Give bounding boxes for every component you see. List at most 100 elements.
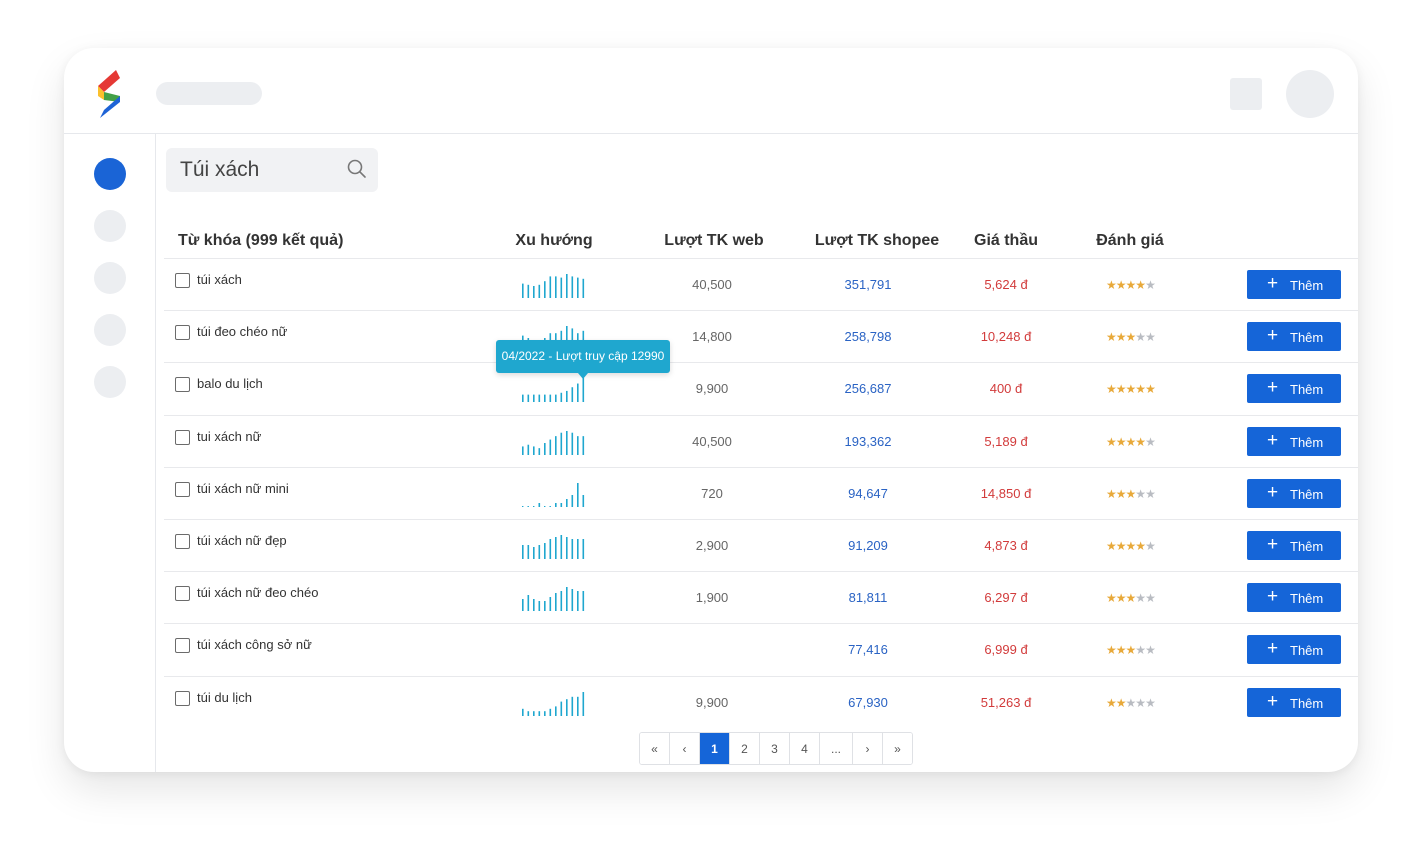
bid-price: 4,873 đ	[984, 538, 1028, 553]
page-button-1[interactable]: ‹	[670, 733, 700, 764]
trend-sparkline[interactable]	[520, 532, 586, 560]
rating-stars: ★★★★★	[1106, 330, 1156, 344]
add-button-label: Thêm	[1290, 278, 1324, 293]
page-button-4[interactable]: 3	[760, 733, 790, 764]
trend-bar	[549, 708, 552, 716]
row-checkbox[interactable]	[175, 429, 190, 445]
trend-bar	[538, 395, 541, 403]
search-input[interactable]	[180, 156, 340, 184]
trend-sparkline[interactable]	[520, 271, 586, 299]
page-button-0[interactable]: «	[640, 733, 670, 764]
add-keyword-button[interactable]: + Thêm	[1247, 583, 1341, 613]
page-button-7[interactable]: ›	[853, 733, 883, 764]
sidebar-item-1[interactable]	[94, 158, 126, 190]
rating-stars: ★★★★★	[1106, 278, 1156, 292]
trend-sparkline[interactable]	[520, 636, 586, 664]
star-icon: ★	[1125, 278, 1137, 292]
notification-button[interactable]	[1230, 78, 1262, 110]
trend-bar	[522, 283, 524, 298]
brand-logo[interactable]	[94, 70, 126, 118]
trend-sparkline[interactable]	[520, 584, 586, 612]
page-button-2[interactable]: 1	[700, 733, 730, 764]
trend-sparkline[interactable]	[520, 375, 586, 403]
bid-price: 6,297 đ	[984, 590, 1028, 606]
search-icon[interactable]	[346, 158, 368, 180]
row-checkbox[interactable]	[175, 690, 190, 706]
sidebar-item-2[interactable]	[94, 210, 126, 242]
trend-tooltip: 04/2022 - Lượt truy cập 12990	[496, 340, 670, 379]
avatar[interactable]	[1286, 70, 1334, 118]
title-placeholder	[156, 82, 262, 105]
trend-bar	[555, 537, 557, 559]
web-searches: 40,500	[692, 277, 732, 292]
plus-icon: +	[1267, 325, 1279, 347]
sidebar-item-3[interactable]	[94, 262, 126, 294]
star-icon: ★	[1106, 643, 1117, 658]
row-checkbox[interactable]	[175, 377, 190, 393]
shopee-searches: 94,647	[848, 485, 888, 501]
page-button-3[interactable]: 2	[730, 733, 760, 764]
trend-bar	[522, 395, 524, 403]
bid-price: 400 đ	[989, 381, 1023, 397]
row-checkbox[interactable]	[175, 586, 190, 602]
add-keyword-button[interactable]: + Thêm	[1247, 270, 1341, 299]
trend-bar	[555, 502, 557, 507]
keyword-text: túi xách nữ mini	[197, 480, 289, 496]
add-keyword-button[interactable]: + Thêm	[1247, 478, 1341, 508]
add-button-label: Thêm	[1290, 330, 1324, 346]
trend-bar	[522, 446, 524, 455]
page-button-5[interactable]: 4	[790, 733, 820, 764]
table-row: tui xách nữ 40,500 193,362 5,189 đ ★★★★★ + Thê…	[164, 414, 1358, 468]
rating-stars: ★★★★★	[1106, 539, 1156, 553]
rating-stars: ★★★★★	[1106, 382, 1156, 396]
add-button-label: Thêm	[1290, 643, 1324, 659]
sidebar-item-4[interactable]	[94, 314, 126, 346]
trend-bar	[549, 439, 552, 455]
star-icon: ★	[1106, 591, 1117, 606]
add-keyword-button[interactable]: + Thêm	[1247, 322, 1341, 352]
trend-bar	[527, 444, 530, 455]
row-checkbox[interactable]	[175, 481, 190, 497]
row-checkbox[interactable]	[175, 638, 190, 654]
plus-icon: +	[1267, 273, 1279, 294]
page-button-8[interactable]: »	[883, 733, 912, 764]
star-icon: ★	[1115, 695, 1127, 710]
page-button-6[interactable]: ...	[820, 733, 853, 764]
table-row: túi xách nữ đeo chéo 1,900 81,811 6,297 đ ★★…	[164, 571, 1358, 624]
trend-bar	[544, 601, 546, 612]
table-row: túi xách nữ đẹp 2,900 91,209 4,873 đ ★★★★★ + T…	[164, 519, 1358, 572]
keyword-text: túi xách công sở nữ	[197, 637, 312, 653]
add-keyword-button[interactable]: + Thêm	[1247, 531, 1341, 560]
web-searches: 14,800	[692, 329, 732, 345]
trend-sparkline[interactable]	[520, 689, 586, 717]
trend-bar	[577, 539, 579, 559]
trend-bar	[522, 599, 524, 612]
bid-price: 6,999 đ	[984, 642, 1028, 658]
add-keyword-button[interactable]: + Thêm	[1247, 687, 1341, 717]
row-checkbox[interactable]	[175, 534, 190, 549]
web-searches: 9,900	[695, 694, 729, 710]
shopee-searches: 91,209	[848, 538, 888, 553]
plus-icon: +	[1267, 429, 1279, 451]
sidebar-item-5[interactable]	[94, 366, 126, 398]
add-keyword-button[interactable]: + Thêm	[1247, 426, 1341, 456]
trend-bar	[566, 537, 568, 559]
rating-stars: ★★★★★	[1106, 591, 1156, 606]
table-row: túi xách 40,500 351,791 5,624 đ ★★★★★ + Thêm	[164, 258, 1358, 311]
trend-bar	[560, 535, 563, 559]
trend-bar	[549, 395, 552, 403]
keyword-text: túi đeo chéo nữ	[197, 324, 288, 340]
star-icon: ★	[1115, 278, 1127, 292]
trend-bar	[582, 494, 585, 507]
web-searches: 40,500	[692, 433, 732, 449]
trend-bar	[544, 505, 546, 507]
trend-bar	[566, 430, 568, 455]
trend-sparkline[interactable]	[520, 428, 586, 456]
trend-sparkline[interactable]	[520, 480, 586, 508]
rating-stars: ★★★★★	[1106, 435, 1156, 449]
add-keyword-button[interactable]: + Thêm	[1247, 635, 1341, 665]
row-checkbox[interactable]	[175, 273, 190, 288]
trend-bar	[555, 435, 557, 455]
add-keyword-button[interactable]: + Thêm	[1247, 374, 1341, 404]
row-checkbox[interactable]	[175, 325, 190, 341]
